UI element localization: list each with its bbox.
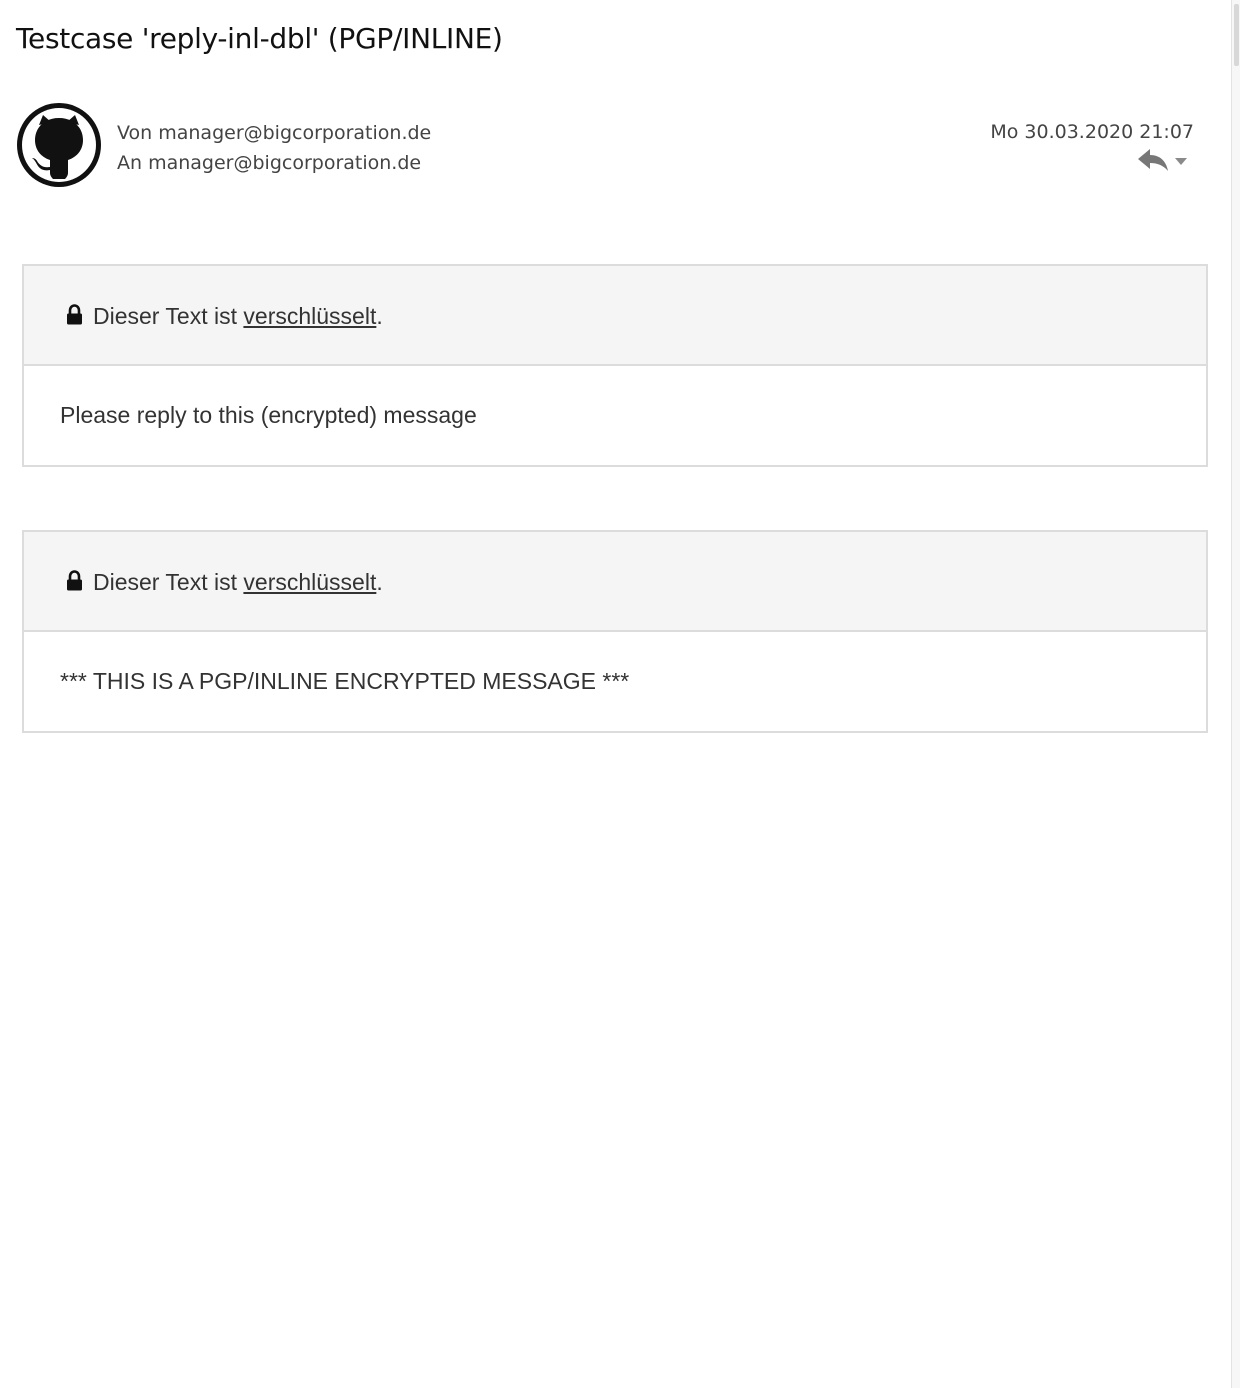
encryption-info-link[interactable]: verschlüsselt bbox=[243, 302, 376, 330]
notice-prefix: Dieser Text ist bbox=[93, 569, 244, 595]
encryption-info-link[interactable]: verschlüsselt bbox=[243, 568, 376, 596]
message-meta: Von manager@bigcorporation.de An manager… bbox=[117, 118, 431, 178]
chevron-down-icon[interactable] bbox=[1173, 153, 1189, 167]
notice-prefix: Dieser Text ist bbox=[93, 303, 244, 329]
message-subject: Testcase 'reply-inl-dbl' (PGP/INLINE) bbox=[16, 22, 503, 55]
encrypted-block: Dieser Text ist verschlüsselt. *** THIS … bbox=[22, 530, 1208, 733]
encryption-notice: Dieser Text ist verschlüsselt. bbox=[24, 266, 1206, 366]
github-octocat-icon bbox=[17, 103, 101, 187]
message-date: Mo 30.03.2020 21:07 bbox=[990, 121, 1194, 143]
to-line[interactable]: An manager@bigcorporation.de bbox=[117, 148, 431, 178]
sender-avatar bbox=[15, 101, 103, 189]
encryption-notice: Dieser Text ist verschlüsselt. bbox=[24, 532, 1206, 632]
encrypted-body: Please reply to this (encrypted) message bbox=[24, 366, 1206, 465]
vertical-scrollbar[interactable] bbox=[1231, 0, 1240, 1388]
reading-pane: Testcase 'reply-inl-dbl' (PGP/INLINE) Vo… bbox=[0, 0, 1231, 1388]
reply-arrow-icon[interactable] bbox=[1137, 147, 1169, 173]
notice-suffix: . bbox=[376, 569, 383, 595]
decrypted-text: Please reply to this (encrypted) message bbox=[60, 402, 477, 428]
lock-icon bbox=[66, 570, 83, 592]
scrollbar-thumb[interactable] bbox=[1234, 4, 1239, 66]
decrypted-text: *** THIS IS A PGP/INLINE ENCRYPTED MESSA… bbox=[60, 668, 630, 694]
encrypted-block: Dieser Text ist verschlüsselt. Please re… bbox=[22, 264, 1208, 467]
lock-icon bbox=[66, 304, 83, 326]
reply-action-group bbox=[1137, 147, 1191, 173]
encrypted-body: *** THIS IS A PGP/INLINE ENCRYPTED MESSA… bbox=[24, 632, 1206, 731]
from-line[interactable]: Von manager@bigcorporation.de bbox=[117, 118, 431, 148]
email-reading-view: Testcase 'reply-inl-dbl' (PGP/INLINE) Vo… bbox=[0, 0, 1240, 1388]
notice-suffix: . bbox=[376, 303, 383, 329]
